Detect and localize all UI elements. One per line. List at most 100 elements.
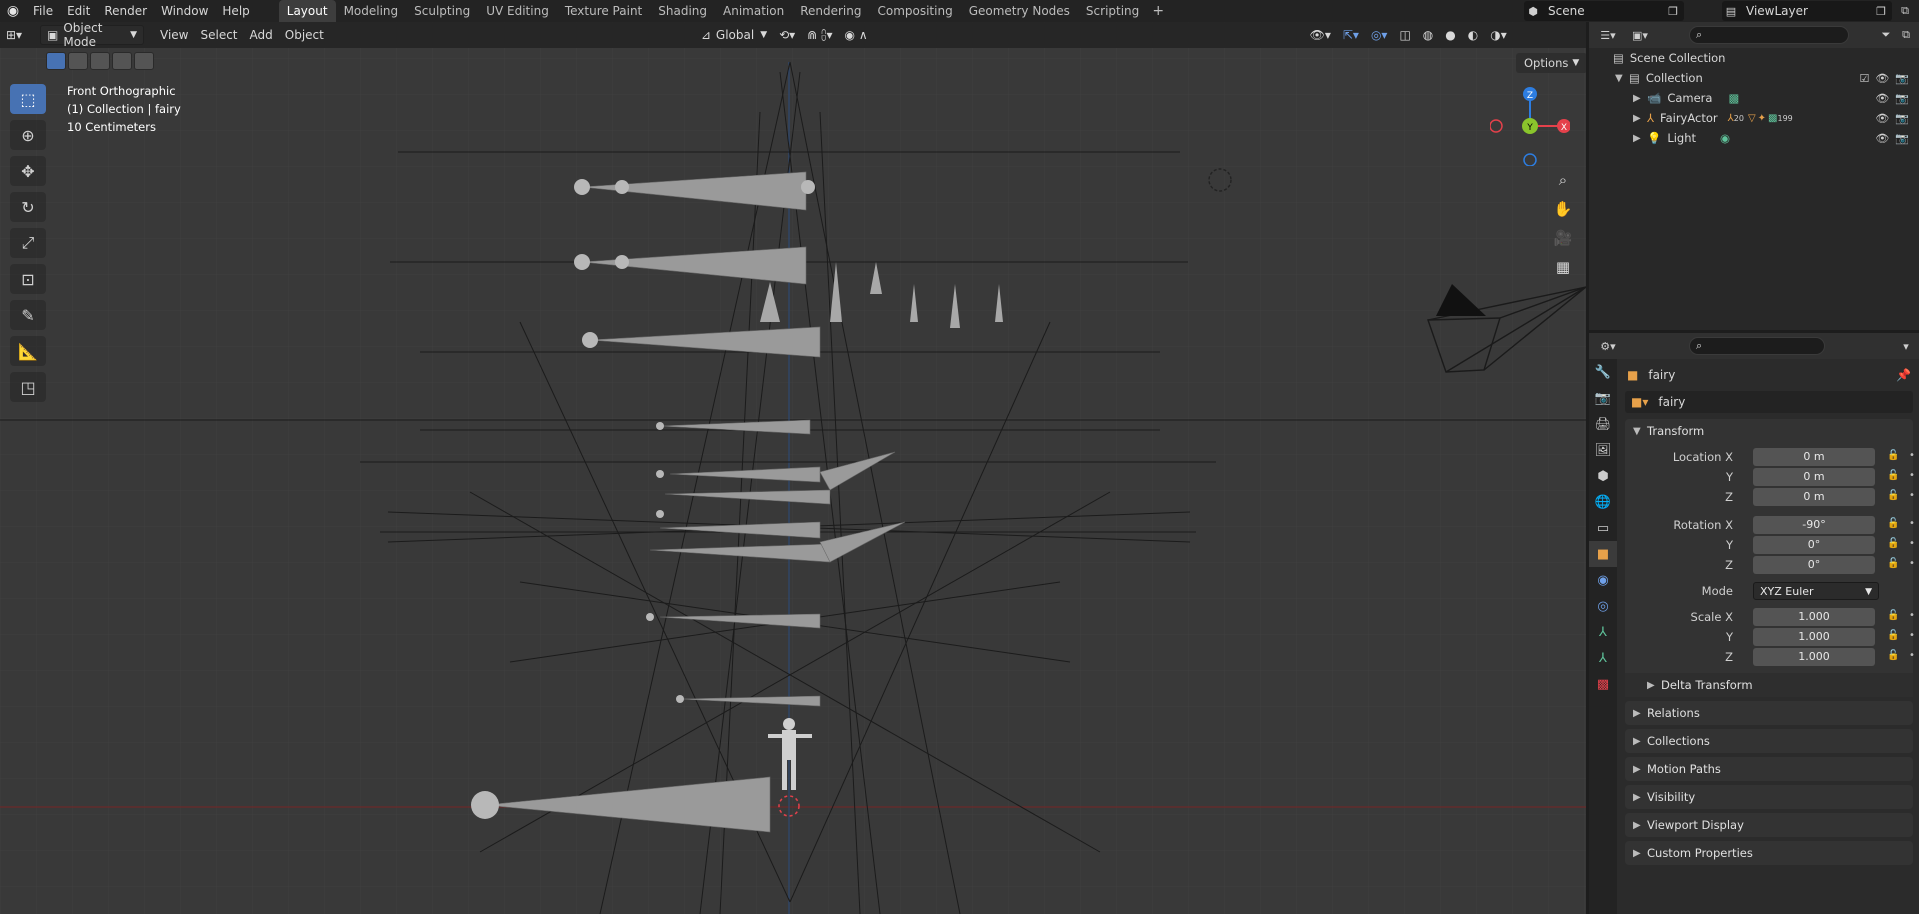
copy-icon[interactable]: ❐ [1872,2,1890,20]
shading-wireframe-icon[interactable]: ◍ [1417,25,1439,45]
rotation-mode-dropdown[interactable]: XYZ Euler ▼ [1753,582,1879,600]
select-extend-icon[interactable] [68,52,88,70]
tab-compositing[interactable]: Compositing [869,0,960,22]
expand-right-icon[interactable]: ▶ [1633,93,1647,104]
scene-selector[interactable]: ⬢ Scene ❐ [1524,1,1684,21]
menu-window[interactable]: Window [154,0,215,22]
display-mode-icon[interactable]: ▣▾ [1631,26,1649,44]
proportional-edit-icon[interactable]: ◉ ∧ [839,25,874,45]
delta-transform-subpanel[interactable]: ▶ Delta Transform [1625,673,1913,697]
menu-edit[interactable]: Edit [60,0,97,22]
menu-add[interactable]: Add [244,25,279,45]
lock-icon[interactable]: 🔓 [1887,470,1899,481]
navigation-gizmo[interactable]: Z X Y [1490,86,1570,166]
keyframe-dot-icon[interactable]: • [1909,538,1915,549]
scene-tab-icon[interactable]: ⬢ [1589,463,1617,489]
action-icon[interactable]: ▩ [1768,113,1777,124]
viewport-display-panel[interactable]: ▶ Viewport Display [1625,813,1913,837]
expand-right-icon[interactable]: ▶ [1633,113,1647,124]
snap-icon[interactable]: ⋒ ⩉▾ [801,25,838,45]
shading-material-icon[interactable]: ◐ [1462,25,1484,45]
eye-icon[interactable]: 👁 [1875,72,1889,85]
blender-logo-icon[interactable]: ◉ [0,0,26,22]
custom-properties-panel[interactable]: ▶ Custom Properties [1625,841,1913,865]
pivot-point-icon[interactable]: ⟲▾ [773,25,801,45]
location-y-field[interactable]: 0 m [1753,468,1875,486]
outliner-row-fairyactor[interactable]: ▶ ⅄ FairyActor ⅄ 20 ▽ ✦ ▩ 199 👁 📷 [1589,108,1919,128]
annotate-icon[interactable]: ✎ [10,300,46,330]
move-icon[interactable]: ✥ [10,156,46,186]
location-x-field[interactable]: 0 m [1753,448,1875,466]
keyframe-dot-icon[interactable]: • [1909,518,1915,529]
properties-search-input[interactable]: ⌕ [1689,337,1825,355]
ortho-grid-icon[interactable]: ▦ [1550,254,1576,280]
scale-x-field[interactable]: 1.000 [1753,608,1875,626]
collections-panel[interactable]: ▶ Collections [1625,729,1913,753]
tab-animation[interactable]: Animation [715,0,792,22]
eye-icon[interactable]: 👁 [1875,112,1889,125]
new-collection-icon[interactable]: ⧉ [1897,26,1915,44]
tool-tab-icon[interactable]: 🔧 [1589,359,1617,385]
3d-viewport[interactable]: ⊞▾ ▣ Object Mode ▼ View Select Add Objec… [0,22,1586,914]
lock-icon[interactable]: 🔓 [1887,450,1899,461]
tab-rendering[interactable]: Rendering [792,0,869,22]
camera-data-icon[interactable]: ▩ [1728,91,1739,105]
view-layer-tab-icon[interactable]: 🖼 [1589,437,1617,463]
keyframe-dot-icon[interactable]: • [1909,470,1915,481]
keyframe-dot-icon[interactable]: • [1909,450,1915,461]
menu-object[interactable]: Object [279,25,330,45]
tab-layout[interactable]: Layout [278,0,336,22]
add-cube-icon[interactable]: ◳ [10,372,46,402]
outliner-row-light[interactable]: ▶ 💡 Light ◉ 👁 📷 [1589,128,1919,148]
eye-icon[interactable]: 👁 [1875,92,1889,105]
object-name-field[interactable]: ■▾ fairy [1625,391,1913,413]
menu-render[interactable]: Render [97,0,154,22]
transform-icon[interactable]: ⊡ [10,264,46,294]
zoom-icon[interactable]: ⌕ [1550,167,1576,193]
keyframe-dot-icon[interactable]: • [1909,490,1915,501]
keyframe-dot-icon[interactable]: • [1909,630,1915,641]
select-new-icon[interactable] [46,52,66,70]
gizmo-toggle-icon[interactable]: ⇱▾ [1337,25,1365,45]
lock-icon[interactable]: 🔓 [1887,518,1899,529]
pin-icon[interactable]: 📌 [1896,368,1911,382]
object-data-tab-icon[interactable]: ⅄ [1589,645,1617,671]
outliner-row-camera[interactable]: ▶ 📹 Camera ▩ 👁 📷 [1589,88,1919,108]
tab-geometry-nodes[interactable]: Geometry Nodes [961,0,1078,22]
camera-render-icon[interactable]: 📷 [1895,72,1909,85]
object-tab-icon[interactable]: ■ [1589,541,1617,567]
chevron-down-icon[interactable]: ▾ [1897,337,1915,355]
properties-editor-icon[interactable]: ⚙▾ [1599,337,1617,355]
tab-uv-editing[interactable]: UV Editing [478,0,557,22]
filter-icon[interactable]: ⏷ [1877,26,1895,44]
camera-render-icon[interactable]: 📷 [1895,92,1909,105]
view-layer-selector[interactable]: ▤ ViewLayer ❐ [1722,1,1892,21]
select-intersect-icon[interactable] [134,52,154,70]
cursor-icon[interactable]: ⊕ [10,120,46,150]
outliner-editor-icon[interactable]: ☰▾ [1599,26,1617,44]
outliner-row-scene-collection[interactable]: ▤ Scene Collection [1589,48,1919,68]
keyframe-dot-icon[interactable]: • [1909,610,1915,621]
expand-right-icon[interactable]: ▶ [1633,133,1647,144]
keyframe-dot-icon[interactable]: • [1909,558,1915,569]
lock-icon[interactable]: 🔓 [1887,630,1899,641]
menu-help[interactable]: Help [215,0,256,22]
tab-modeling[interactable]: Modeling [336,0,407,22]
menu-file[interactable]: File [26,0,60,22]
physics-tab-icon[interactable]: ◎ [1589,593,1617,619]
constraints-tab-icon[interactable]: ⅄ [1589,619,1617,645]
relations-panel[interactable]: ▶ Relations [1625,701,1913,725]
render-tab-icon[interactable]: 📷 [1589,385,1617,411]
editor-type-icon[interactable]: ⊞▾ [0,25,40,45]
rotation-x-field[interactable]: -90° [1753,516,1875,534]
camera-render-icon[interactable]: 📷 [1895,132,1909,145]
location-z-field[interactable]: 0 m [1753,488,1875,506]
pose-icon[interactable]: ✦ [1758,113,1766,124]
rotation-z-field[interactable]: 0° [1753,556,1875,574]
add-workspace-button[interactable]: + [1147,3,1169,19]
scale-y-field[interactable]: 1.000 [1753,628,1875,646]
visibility-icon[interactable]: 👁▾ [1304,25,1337,45]
rotation-y-field[interactable]: 0° [1753,536,1875,554]
collection-tab-icon[interactable]: ▭ [1589,515,1617,541]
camera-render-icon[interactable]: 📷 [1895,112,1909,125]
